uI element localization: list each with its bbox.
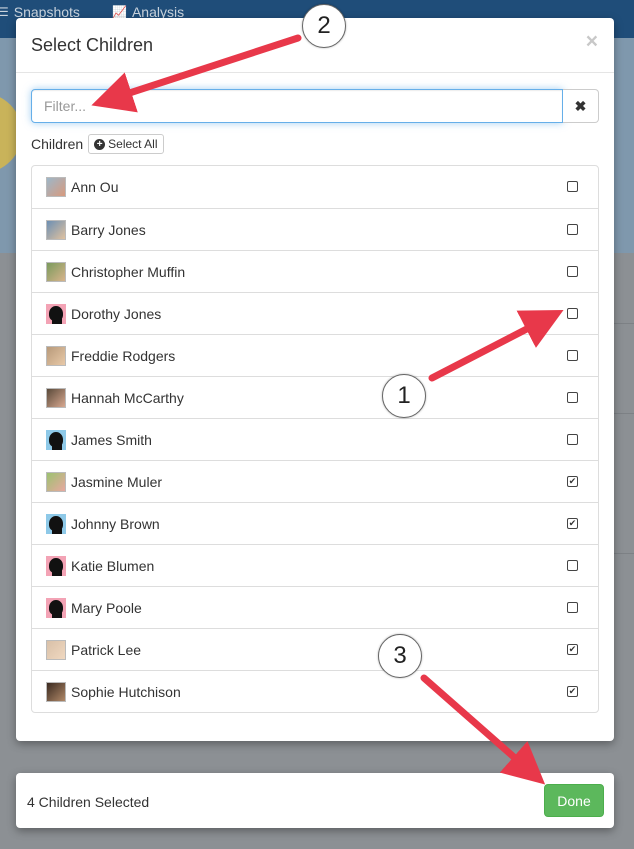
close-icon[interactable]: ×	[586, 31, 598, 52]
done-button[interactable]: Done	[544, 784, 604, 817]
list-item[interactable]: Ann Ou	[32, 166, 598, 208]
silhouette-avatar-icon	[46, 555, 66, 576]
child-name: Sophie Hutchison	[71, 683, 181, 700]
divider	[614, 323, 634, 324]
select-all-label: Select All	[108, 137, 158, 151]
selected-count: 4 Children Selected	[27, 794, 150, 810]
modal-header: Select Children ×	[16, 18, 614, 73]
selection-footer: 4 Children Selected Done	[16, 773, 614, 828]
filter-input[interactable]	[31, 89, 563, 123]
avatar	[46, 177, 66, 197]
silhouette-avatar-icon	[46, 597, 66, 618]
child-name: Johnny Brown	[71, 515, 160, 532]
child-name: James Smith	[71, 431, 152, 448]
line-chart-icon: 📈	[112, 5, 127, 19]
list-icon: ☰	[0, 5, 9, 19]
child-checkbox[interactable]	[567, 308, 578, 319]
avatar	[46, 261, 66, 282]
list-item[interactable]: Katie Blumen	[32, 544, 598, 586]
child-checkbox[interactable]: ✔	[567, 476, 578, 487]
child-name: Patrick Lee	[71, 641, 142, 658]
child-name: Freddie Rodgers	[71, 347, 176, 364]
child-checkbox[interactable]	[567, 181, 578, 192]
child-checkbox[interactable]: ✔	[567, 518, 578, 529]
child-name: Dorothy Jones	[71, 305, 162, 322]
list-item[interactable]: Jasmine Muler ✔	[32, 460, 598, 502]
list-item[interactable]: James Smith	[32, 418, 598, 460]
child-checkbox[interactable]: ✔	[567, 644, 578, 655]
child-checkbox[interactable]	[567, 602, 578, 613]
list-item[interactable]: Christopher Muffin	[32, 250, 598, 292]
filter-group: ✖	[31, 89, 599, 123]
children-list: Ann Ou Barry Jones Christopher Muffin Dorot…	[31, 165, 599, 713]
child-name: Barry Jones	[71, 221, 146, 238]
list-item[interactable]: Mary Poole	[32, 586, 598, 628]
child-name: Ann Ou	[71, 179, 119, 195]
avatar	[46, 345, 66, 366]
list-item[interactable]: Barry Jones	[32, 208, 598, 250]
list-item[interactable]: Johnny Brown ✔	[32, 502, 598, 544]
close-icon: ✖	[574, 97, 587, 114]
child-checkbox[interactable]: ✔	[567, 686, 578, 697]
children-label: Children	[31, 136, 84, 152]
silhouette-avatar-icon	[46, 429, 66, 450]
silhouette-avatar-icon	[46, 303, 66, 324]
avatar	[46, 387, 66, 408]
avatar	[46, 471, 66, 492]
avatar	[46, 681, 66, 702]
list-item[interactable]: Dorothy Jones	[32, 292, 598, 334]
modal-title: Select Children	[31, 35, 154, 55]
list-item[interactable]: Hannah McCarthy	[32, 376, 598, 418]
child-checkbox[interactable]	[567, 266, 578, 277]
child-name: Christopher Muffin	[71, 263, 186, 280]
avatar	[46, 219, 66, 240]
child-name: Mary Poole	[71, 599, 142, 616]
select-children-modal: Select Children × ✖ Children + Select Al…	[16, 18, 614, 741]
list-item[interactable]: Sophie Hutchison ✔	[32, 670, 598, 712]
child-name: Katie Blumen	[71, 557, 155, 574]
divider	[614, 553, 634, 554]
child-name: Hannah McCarthy	[71, 389, 184, 406]
child-checkbox[interactable]	[567, 224, 578, 235]
children-toolbar: Children + Select All	[31, 134, 164, 154]
child-checkbox[interactable]	[567, 350, 578, 361]
child-checkbox[interactable]	[567, 560, 578, 571]
plus-circle-icon: +	[94, 138, 106, 150]
list-item[interactable]: Patrick Lee ✔	[32, 628, 598, 670]
list-item[interactable]: Freddie Rodgers	[32, 334, 598, 376]
child-checkbox[interactable]	[567, 392, 578, 403]
child-name: Jasmine Muler	[71, 473, 163, 490]
select-all-button[interactable]: + Select All	[88, 134, 164, 154]
silhouette-avatar-icon	[46, 513, 66, 534]
avatar	[46, 639, 66, 660]
child-checkbox[interactable]	[567, 434, 578, 445]
divider	[614, 413, 634, 414]
clear-filter-button[interactable]: ✖	[563, 89, 599, 123]
